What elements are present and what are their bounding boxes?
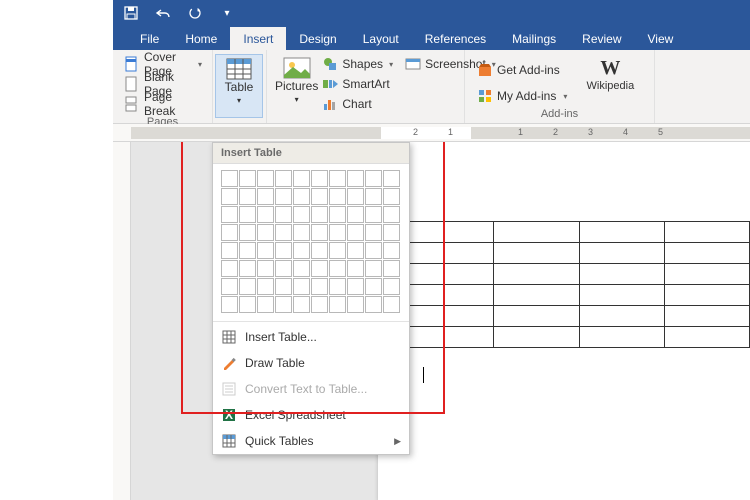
table-row [409,306,750,327]
shapes-label: Shapes [342,57,383,71]
table-row [409,327,750,348]
table-button-label: Table [225,80,254,94]
table-dropdown-button[interactable]: Table▾ [215,54,263,118]
group-addins: Get Add-ins My Add-ins▾ W Wikipedia Add-… [465,50,655,123]
tab-layout[interactable]: Layout [350,27,412,50]
qat-customize-icon[interactable]: ▾ [219,5,235,21]
chart-label: Chart [342,97,371,111]
group-illustrations: Pictures▾ Shapes▾ SmartArt Chart Screens… [267,50,465,123]
blank-page-icon [123,76,139,92]
get-addins-button[interactable]: Get Add-ins [473,60,571,80]
word-window: ▾ File Home Insert Design Layout Referen… [113,0,750,500]
my-addins-label: My Add-ins [497,89,556,103]
table-row [409,285,750,306]
ruler-tick: 4 [623,127,628,137]
ribbon-tabs: File Home Insert Design Layout Reference… [113,26,750,50]
shapes-icon [322,56,338,72]
quick-access-toolbar: ▾ [113,0,750,26]
ruler-horizontal[interactable]: 2 1 1 2 3 4 5 [113,124,750,142]
ruler-vertical[interactable] [113,142,131,500]
save-icon[interactable] [123,5,139,21]
ruler-tick: 1 [448,127,453,137]
pictures-icon [283,56,311,80]
wikipedia-label: Wikipedia [587,80,635,92]
undo-icon[interactable] [155,5,171,21]
group-pages: Cover Page▾ Blank Page Page Break Pages [113,50,213,123]
tab-design[interactable]: Design [286,27,349,50]
quick-tables-label: Quick Tables [245,434,313,448]
ribbon: Cover Page▾ Blank Page Page Break Pages … [113,50,750,124]
chart-icon [322,96,338,112]
table-row [409,222,750,243]
cover-page-icon [123,56,139,72]
table-row [409,264,750,285]
tab-home[interactable]: Home [172,27,230,50]
group-tables: Table▾ [213,50,267,123]
shapes-button[interactable]: Shapes▾ [318,54,397,74]
addins-icon [477,88,493,104]
page-break-icon [123,96,139,112]
get-addins-label: Get Add-ins [497,63,560,77]
wikipedia-icon: W [596,56,624,80]
redo-icon[interactable] [187,5,203,21]
smartart-icon [322,76,338,92]
ruler-tick: 2 [413,127,418,137]
tab-mailings[interactable]: Mailings [499,27,569,50]
smartart-label: SmartArt [342,77,389,91]
ruler-tick: 2 [553,127,558,137]
ruler-tick: 1 [518,127,523,137]
tab-references[interactable]: References [412,27,499,50]
annotation-callout [181,142,445,414]
tab-review[interactable]: Review [569,27,634,50]
my-addins-button[interactable]: My Add-ins▾ [473,86,571,106]
screenshot-icon [405,56,421,72]
document-area: Insert Table Insert Table... Draw Table … [113,142,750,500]
tab-insert[interactable]: Insert [230,27,286,50]
store-icon [477,62,493,78]
submenu-arrow-icon: ▶ [394,436,401,447]
page-break-button[interactable]: Page Break [121,94,204,114]
table-row [409,243,750,264]
ruler-tick: 3 [588,127,593,137]
wikipedia-button[interactable]: W Wikipedia [581,54,639,106]
pictures-label: Pictures [275,79,318,93]
quick-tables-item[interactable]: Quick Tables ▶ [213,428,409,454]
group-addins-label: Add-ins [473,106,646,123]
document-table[interactable] [408,221,750,348]
ruler-tick: 5 [658,127,663,137]
tab-file[interactable]: File [127,27,172,50]
smartart-button[interactable]: SmartArt [318,74,397,94]
pictures-button[interactable]: Pictures▾ [275,54,318,118]
quick-tables-icon [221,433,237,449]
table-icon [225,57,253,81]
chart-button[interactable]: Chart [318,94,397,114]
tab-view[interactable]: View [635,27,687,50]
